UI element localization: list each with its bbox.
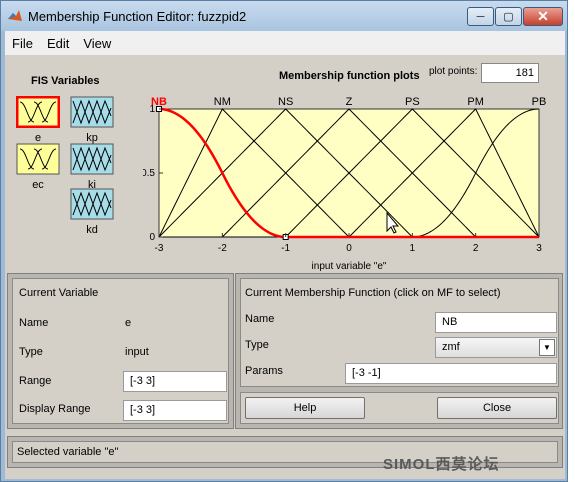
- y-tick-label: 1: [149, 104, 155, 115]
- y-tick-label: 0: [149, 232, 155, 243]
- x-tick-label: -2: [218, 243, 227, 254]
- x-tick-label: 2: [473, 243, 479, 254]
- variable-ec-box[interactable]: [16, 143, 60, 175]
- output-mf-icon: [70, 143, 114, 175]
- mf-label-nm[interactable]: NM: [214, 96, 231, 108]
- variable-kp-box[interactable]: [70, 96, 114, 128]
- mf-labels[interactable]: NB NM NS Z PS PM PB: [151, 96, 546, 108]
- x-axis-label: input variable "e": [312, 261, 387, 271]
- range-input[interactable]: [-3 3]: [123, 371, 227, 392]
- x-tick-label: -3: [155, 243, 164, 254]
- plot-points-input[interactable]: 181: [481, 63, 539, 83]
- mf-name-input[interactable]: NB: [435, 312, 557, 333]
- maximize-button[interactable]: ▢: [495, 7, 522, 26]
- minimize-button[interactable]: ─: [467, 7, 494, 26]
- editor-body: FIS Variables e ec kp ki kd Membership f…: [5, 55, 565, 479]
- variable-ki-box[interactable]: [70, 143, 114, 175]
- menu-view[interactable]: View: [76, 36, 118, 51]
- y-tick-label: 0.5: [143, 168, 155, 179]
- x-tick-label: 3: [536, 243, 542, 254]
- menu-edit[interactable]: Edit: [40, 36, 76, 51]
- membership-function-plot[interactable]: NB NM NS Z PS PM PB -3 -2 -1 0 1 2 3 00.51 input var…: [143, 89, 563, 271]
- variable-type-value: input: [125, 346, 149, 358]
- menu-file[interactable]: File: [5, 36, 40, 51]
- current-mf-panel-frame: Current Membership Function (click on MF…: [235, 273, 563, 429]
- watermark-logo: SIMOL西莫论坛: [383, 456, 500, 473]
- close-button[interactable]: Close: [437, 397, 557, 419]
- mf-label-pb[interactable]: PB: [532, 96, 547, 108]
- status-text: Selected variable "e": [17, 446, 119, 458]
- output-mf-icon: [70, 188, 114, 220]
- menu-bar: File Edit View: [5, 31, 565, 55]
- display-range-input[interactable]: [-3 3]: [123, 400, 227, 421]
- plot-points-label: plot points:: [429, 66, 478, 77]
- mf-type-label: Type: [245, 339, 269, 351]
- mf-params-input[interactable]: [-3 -1]: [345, 363, 557, 384]
- current-variable-header: Current Variable: [19, 287, 99, 299]
- range-label: Range: [19, 375, 52, 387]
- variable-kd-label: kd: [86, 224, 98, 236]
- current-variable-panel: Current Variable Name e Type input Range…: [12, 278, 229, 424]
- variable-type-label: Type: [19, 346, 43, 358]
- dropdown-arrow-icon[interactable]: ▼: [539, 339, 555, 356]
- mf-label-z[interactable]: Z: [346, 96, 353, 108]
- mf-params-label: Params: [245, 365, 283, 377]
- mf-label-pm[interactable]: PM: [467, 96, 484, 108]
- x-tick-label: 0: [346, 243, 352, 254]
- button-panel: Help Close: [240, 392, 559, 424]
- variable-e-box[interactable]: [16, 96, 60, 128]
- input-mf-icon: [16, 143, 60, 175]
- variable-name-value: e: [125, 317, 132, 329]
- matlab-icon: [8, 10, 22, 21]
- current-mf-panel: Current Membership Function (click on MF…: [240, 278, 559, 387]
- close-window-button[interactable]: ✕: [523, 7, 563, 26]
- background-strip: [568, 0, 575, 482]
- input-mf-icon: [16, 96, 60, 128]
- x-tick-label: 1: [410, 243, 416, 254]
- variable-ec-label: ec: [32, 179, 44, 191]
- app-window: Membership Function Editor: fuzzpid2 ─ ▢…: [0, 0, 568, 482]
- variable-name-label: Name: [19, 317, 49, 329]
- plot-title: Membership function plots: [279, 70, 420, 82]
- help-button[interactable]: Help: [245, 397, 365, 419]
- mf-type-value: zmf: [442, 341, 460, 353]
- variable-kd-box[interactable]: [70, 188, 114, 220]
- current-variable-panel-frame: Current Variable Name e Type input Range…: [7, 273, 234, 429]
- mf-type-select[interactable]: zmf ▼: [435, 337, 557, 358]
- mf-name-label: Name: [245, 313, 275, 325]
- output-mf-icon: [70, 96, 114, 128]
- current-mf-header: Current Membership Function (click on MF…: [245, 287, 501, 299]
- title-bar: Membership Function Editor: fuzzpid2 ─ ▢…: [1, 1, 567, 31]
- x-tick-label: -1: [281, 243, 290, 254]
- fis-variables-title: FIS Variables: [31, 75, 100, 87]
- window-title: Membership Function Editor: fuzzpid2: [28, 9, 247, 24]
- display-range-label: Display Range: [19, 403, 91, 415]
- mf-label-ps[interactable]: PS: [405, 96, 420, 108]
- mf-label-ns[interactable]: NS: [278, 96, 293, 108]
